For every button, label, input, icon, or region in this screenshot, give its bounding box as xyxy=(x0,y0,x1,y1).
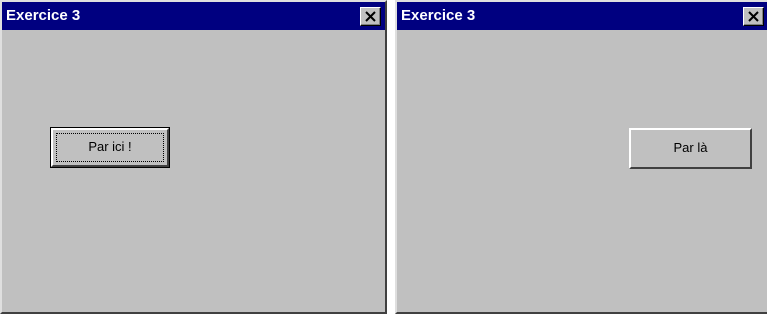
par-la-button[interactable]: Par là xyxy=(629,128,752,169)
title-bar[interactable]: Exercice 3 xyxy=(397,2,767,30)
dialog-window-right: Exercice 3 Par là xyxy=(395,0,767,314)
dialog-window-left: Exercice 3 Par ici ! xyxy=(0,0,387,314)
title-bar[interactable]: Exercice 3 xyxy=(2,2,385,30)
screenshot-stage: Exercice 3 Par ici ! Exercice 3 Par là xyxy=(0,0,767,314)
button-label: Par ici ! xyxy=(88,139,132,154)
close-button[interactable] xyxy=(360,7,381,26)
close-button[interactable] xyxy=(743,7,764,26)
close-icon xyxy=(365,11,376,22)
button-label: Par là xyxy=(673,140,708,155)
window-title: Exercice 3 xyxy=(6,7,81,24)
window-title: Exercice 3 xyxy=(401,7,476,24)
par-ici-button[interactable]: Par ici ! xyxy=(50,127,170,168)
close-icon xyxy=(748,11,759,22)
